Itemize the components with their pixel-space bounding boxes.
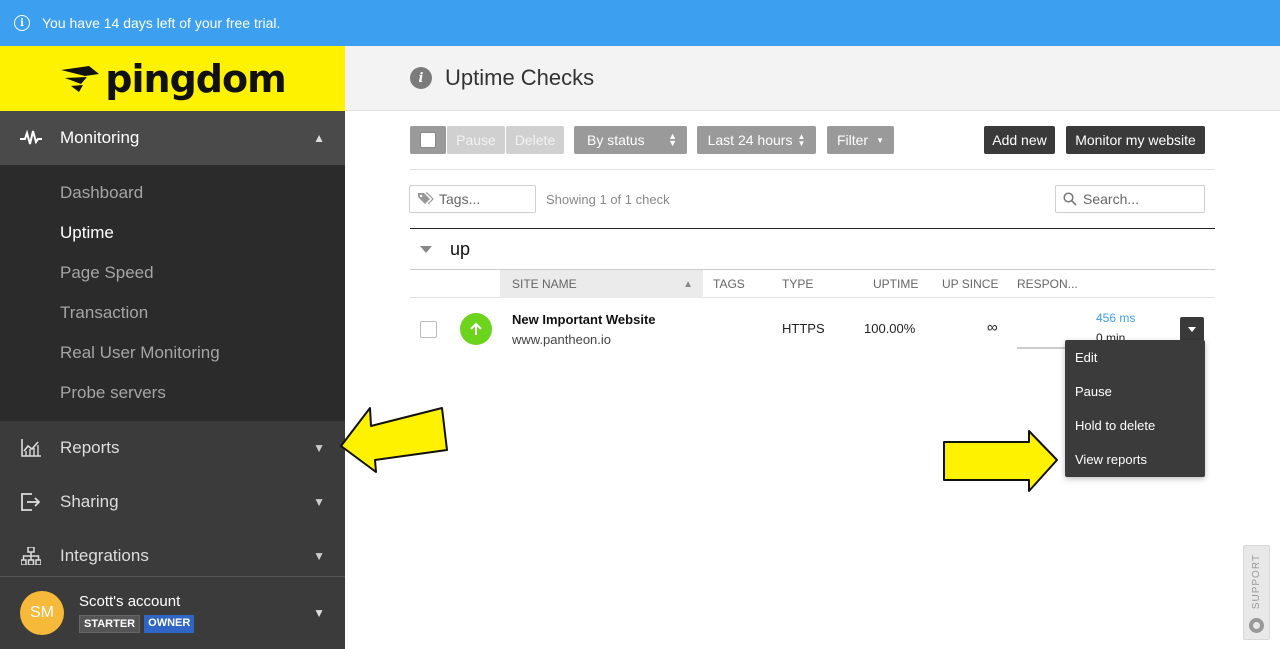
column-uptime[interactable]: UPTIME (873, 270, 918, 298)
group-toggle-up[interactable]: up (420, 239, 470, 260)
chart-icon (20, 438, 42, 458)
row-actions-toggle[interactable] (1180, 317, 1204, 341)
nav-sharing[interactable]: Sharing ▼ (0, 475, 345, 529)
support-label: SUPPORT (1251, 554, 1262, 610)
chevron-up-icon: ▲ (313, 131, 325, 145)
response-time: 456 ms (1096, 311, 1136, 325)
page-title: Uptime Checks (445, 65, 595, 90)
sidebar-item-probe-servers[interactable]: Probe servers (0, 373, 345, 413)
sort-arrows-icon: ▲ ▼ (668, 131, 677, 148)
nav-integrations[interactable]: Integrations ▼ (0, 529, 345, 583)
nav-integrations-label: Integrations (60, 546, 149, 565)
share-icon (20, 492, 42, 512)
sort-arrows-icon: ▲ ▼ (797, 132, 806, 148)
sort-up-icon: ▲ (683, 278, 693, 290)
status-up-icon (460, 313, 492, 345)
integrations-icon (20, 546, 42, 566)
group-divider (410, 228, 1215, 229)
chevron-down-icon: ▼ (313, 549, 325, 563)
select-all-checkbox[interactable] (410, 126, 446, 154)
page-header: i Uptime Checks (345, 46, 1280, 111)
toolbar: Pause Delete By status ▲ ▼ Last 24 hours … (410, 126, 1205, 154)
sidebar-item-uptime[interactable]: Uptime (0, 213, 345, 253)
filter-label: Filter (836, 132, 869, 148)
info-icon[interactable]: i (410, 67, 432, 89)
sidebar-item-real-user-monitoring[interactable]: Real User Monitoring (0, 333, 345, 373)
status-select[interactable]: By status ▲ ▼ (574, 126, 687, 154)
time-range-select[interactable]: Last 24 hours ▲ ▼ (697, 126, 816, 154)
divider (410, 169, 1215, 170)
status-select-label: By status (587, 132, 645, 148)
sidebar: pingdom Monitoring ▲ Dashboard Uptime Pa… (0, 46, 345, 649)
search-placeholder: Search... (1083, 191, 1140, 207)
search-input[interactable]: Search... (1055, 185, 1205, 213)
nav-reports[interactable]: Reports ▼ (0, 421, 345, 475)
plan-badge: STARTER (79, 615, 141, 633)
role-badge: OWNER (144, 615, 195, 633)
search-icon (1063, 192, 1077, 206)
pulse-icon (20, 128, 42, 148)
table-header: SITE NAME ▲ TAGS TYPE UPTIME UP SINCE RE… (410, 270, 1215, 298)
account-name: Scott's account (79, 593, 181, 610)
column-up-since[interactable]: UP SINCE (942, 270, 998, 298)
site-url: www.pantheon.io (512, 332, 612, 347)
annotation-arrow-right-icon (943, 430, 1058, 492)
nav-monitoring[interactable]: Monitoring ▲ (0, 111, 345, 165)
collapse-triangle-icon (420, 246, 432, 253)
tags-placeholder: Tags... (439, 191, 481, 207)
sidebar-item-page-speed[interactable]: Page Speed (0, 253, 345, 293)
menu-item-view-reports[interactable]: View reports (1065, 442, 1205, 476)
lifebuoy-icon (1249, 618, 1264, 633)
group-name: up (450, 239, 471, 259)
caret-down-icon: ▼ (876, 135, 885, 145)
support-tab[interactable]: SUPPORT (1243, 545, 1270, 640)
site-name[interactable]: New Important Website (512, 312, 656, 327)
logo-area[interactable]: pingdom (0, 46, 345, 111)
column-tags[interactable]: TAGS (713, 270, 745, 298)
trial-banner: i You have 14 days left of your free tri… (0, 0, 1280, 46)
up-since-value: ∞ (987, 319, 998, 336)
info-icon: i (14, 15, 30, 31)
checkbox-icon (420, 132, 436, 148)
sidebar-item-dashboard[interactable]: Dashboard (0, 173, 345, 213)
chevron-down-icon: ▼ (313, 606, 325, 620)
column-site-name-label: SITE NAME (512, 277, 577, 291)
menu-item-pause[interactable]: Pause (1065, 374, 1205, 408)
delete-button[interactable]: Delete (506, 126, 564, 154)
chevron-down-icon: ▼ (313, 495, 325, 509)
row-actions-menu: Edit Pause Hold to delete View reports (1065, 340, 1205, 477)
avatar: SM (20, 591, 64, 635)
monitoring-submenu: Dashboard Uptime Page Speed Transaction … (0, 165, 345, 421)
menu-item-hold-to-delete[interactable]: Hold to delete (1065, 408, 1205, 442)
nav-monitoring-label: Monitoring (60, 128, 140, 147)
nav-reports-label: Reports (60, 438, 120, 457)
nav-sharing-label: Sharing (60, 492, 119, 511)
caret-down-icon (1188, 326, 1196, 332)
showing-count: Showing 1 of 1 check (546, 192, 670, 207)
monitor-my-website-button[interactable]: Monitor my website (1066, 126, 1205, 154)
pause-button[interactable]: Pause (447, 126, 505, 154)
add-new-button[interactable]: Add new (984, 126, 1055, 154)
sidebar-item-transaction[interactable]: Transaction (0, 293, 345, 333)
logo-text: pingdom (105, 56, 286, 101)
chevron-down-icon: ▼ (313, 441, 325, 455)
uptime-value: 100.00% (864, 321, 916, 336)
pingdom-wing-icon (61, 65, 100, 92)
account-menu[interactable]: SM Scott's account STARTER OWNER ▼ (0, 576, 345, 649)
trial-banner-text: You have 14 days left of your free trial… (42, 15, 281, 31)
tags-input[interactable]: Tags... (409, 185, 536, 213)
annotation-arrow-left-icon (340, 407, 448, 473)
column-site-name[interactable]: SITE NAME ▲ (500, 270, 703, 298)
pingdom-logo: pingdom (59, 56, 287, 101)
column-type[interactable]: TYPE (782, 270, 813, 298)
menu-item-edit[interactable]: Edit (1065, 340, 1205, 374)
time-range-label: Last 24 hours (707, 132, 793, 148)
column-response[interactable]: RESPON... (1017, 270, 1078, 298)
filter-dropdown[interactable]: Filter ▼ (827, 126, 894, 154)
row-checkbox[interactable] (420, 321, 437, 338)
tags-icon (418, 192, 434, 205)
check-type: HTTPS (782, 321, 825, 336)
